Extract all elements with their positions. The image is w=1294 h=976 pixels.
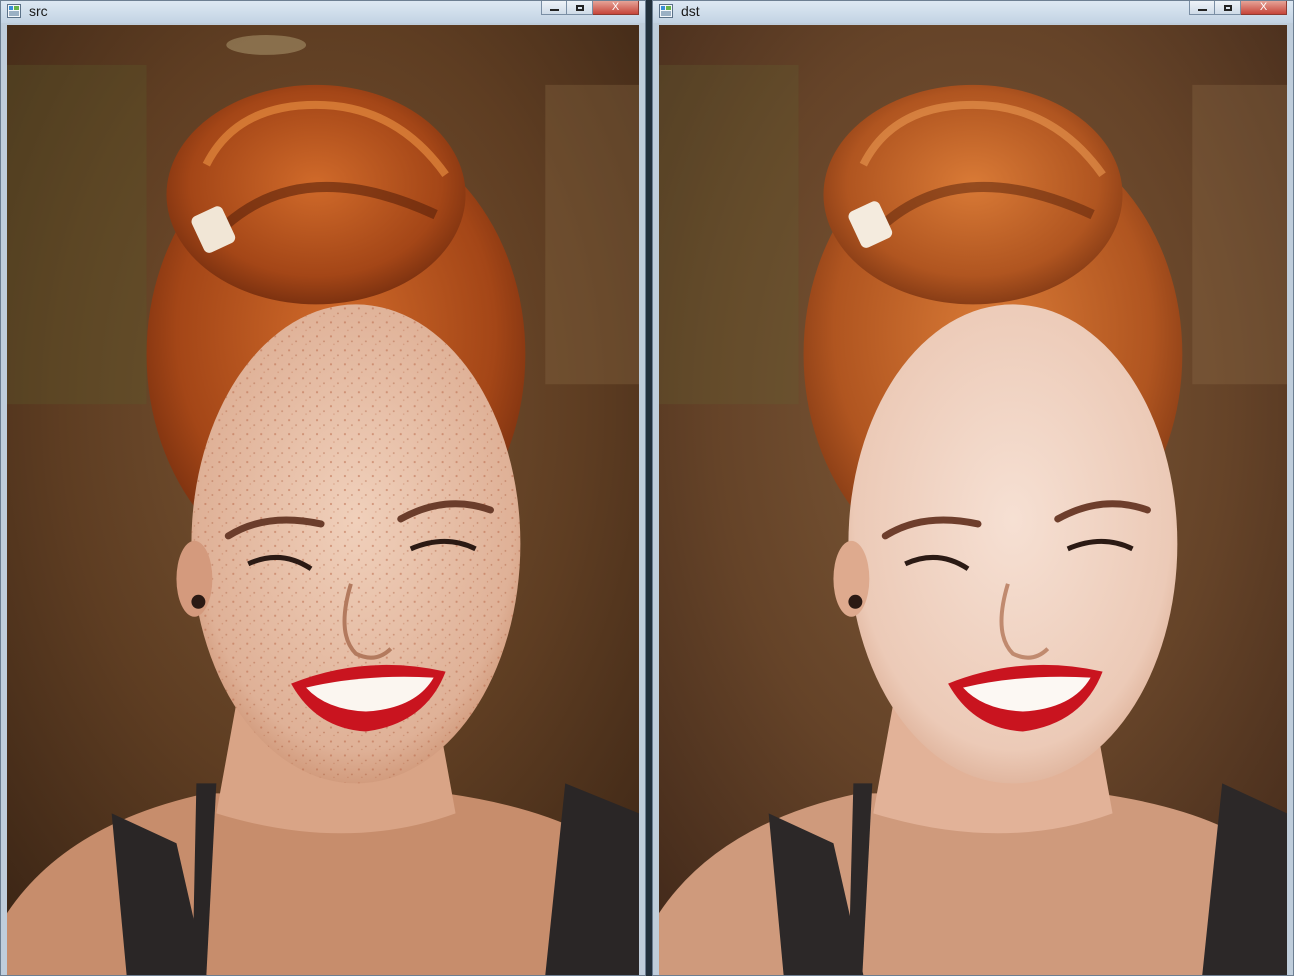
minimize-icon: [1197, 9, 1207, 11]
dst-window-controls: X: [1189, 1, 1287, 15]
close-button[interactable]: X: [593, 1, 639, 15]
src-image-canvas[interactable]: [7, 25, 639, 975]
src-window[interactable]: src X: [0, 0, 646, 976]
dst-window-title: dst: [681, 3, 700, 19]
close-button[interactable]: X: [1241, 1, 1287, 15]
app-window-icon: [659, 4, 673, 18]
dst-window[interactable]: dst X: [652, 0, 1294, 976]
src-window-title: src: [29, 3, 48, 19]
dst-image-canvas[interactable]: [659, 25, 1287, 975]
dst-window-titlebar[interactable]: dst X: [653, 1, 1293, 23]
maximize-button[interactable]: [1215, 1, 1241, 15]
src-window-controls: X: [541, 1, 639, 15]
src-window-titlebar[interactable]: src X: [1, 1, 645, 23]
src-portrait-image: [7, 25, 639, 975]
minimize-icon: [549, 9, 559, 11]
minimize-button[interactable]: [541, 1, 567, 15]
close-icon: X: [611, 1, 620, 13]
desktop: src X dst X: [0, 0, 1294, 976]
dst-portrait-image: [659, 25, 1287, 975]
maximize-button[interactable]: [567, 1, 593, 15]
minimize-button[interactable]: [1189, 1, 1215, 15]
maximize-icon: [1223, 4, 1232, 11]
maximize-icon: [575, 4, 584, 11]
close-icon: X: [1259, 1, 1268, 13]
app-window-icon: [7, 4, 21, 18]
